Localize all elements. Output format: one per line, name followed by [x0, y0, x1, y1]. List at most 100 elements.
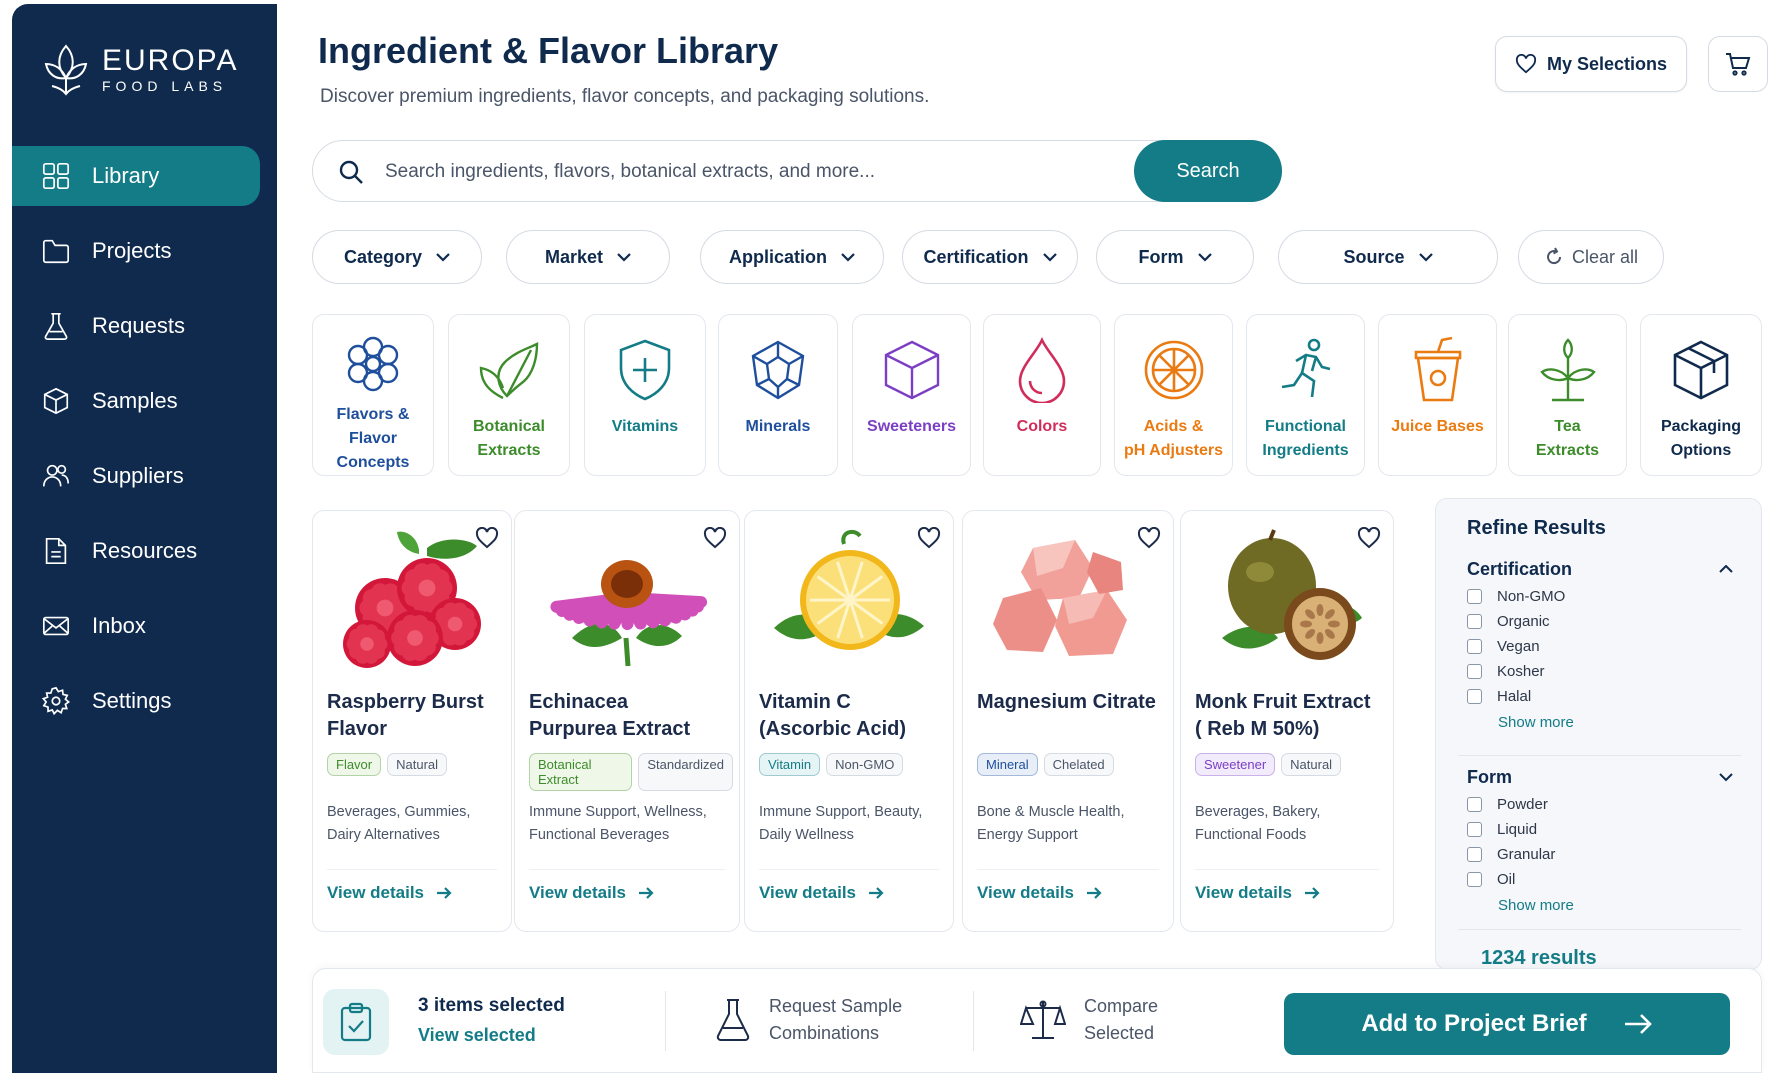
category-label: Tea Extracts — [1535, 418, 1600, 459]
category-cube[interactable]: Sweeteners — [852, 314, 971, 476]
checkbox-option[interactable]: Oil — [1467, 870, 1747, 888]
checkbox-option[interactable]: Organic — [1467, 612, 1747, 630]
search-button[interactable]: Search — [1134, 140, 1282, 202]
brand-logo[interactable]: EUROPA FOOD LABS — [42, 42, 238, 98]
category-gem[interactable]: Minerals — [718, 314, 838, 476]
my-selections-button[interactable]: My Selections — [1495, 36, 1687, 92]
view-details-link[interactable]: View details — [327, 883, 452, 903]
refine-section-header[interactable]: Certification — [1467, 559, 1747, 580]
product-card[interactable]: Vitamin C (Ascorbic Acid) Vitamin Non-GMO… — [744, 510, 954, 932]
filter-certification[interactable]: Certification — [902, 230, 1078, 284]
sidebar-item-requests[interactable]: Requests — [12, 296, 277, 356]
category-shield-plus[interactable]: Vitamins — [584, 314, 706, 476]
category-citrus[interactable]: Acids & pH Adjusters — [1114, 314, 1233, 476]
refine-section-header[interactable]: Form — [1467, 767, 1747, 788]
category-drop[interactable]: Colors — [983, 314, 1101, 476]
sidebar-item-inbox[interactable]: Inbox — [12, 596, 277, 656]
checkbox[interactable] — [1467, 846, 1482, 862]
sidebar-item-settings[interactable]: Settings — [12, 671, 277, 731]
arrow-right-icon — [869, 887, 884, 899]
product-tags: Vitamin Non-GMO — [759, 753, 909, 776]
checkbox[interactable] — [1467, 638, 1482, 654]
product-name[interactable]: Raspberry Burst Flavor — [327, 689, 507, 743]
category-leaf[interactable]: Botanical Extracts — [448, 314, 570, 476]
sidebar-item-projects[interactable]: Projects — [12, 221, 277, 281]
checkbox-option[interactable]: Liquid — [1467, 820, 1747, 838]
view-details-link[interactable]: View details — [529, 883, 654, 903]
section-title: Form — [1467, 767, 1512, 787]
page-title: Ingredient & Flavor Library — [318, 30, 779, 71]
heart-icon[interactable] — [1357, 527, 1381, 549]
heart-icon[interactable] — [1137, 527, 1161, 549]
folder-icon — [40, 235, 72, 267]
filter-category[interactable]: Category — [312, 230, 482, 284]
checkbox[interactable] — [1467, 613, 1482, 629]
heart-icon[interactable] — [703, 527, 727, 549]
checkbox-option[interactable]: Kosher — [1467, 662, 1747, 680]
cart-icon — [1726, 53, 1751, 76]
option-label: Organic — [1497, 612, 1550, 630]
option-label: Powder — [1497, 795, 1548, 813]
cart-button[interactable] — [1708, 36, 1768, 92]
sidebar-item-label: Requests — [92, 313, 185, 338]
tag-badge: Flavor — [327, 753, 382, 776]
show-more-link[interactable]: Show more — [1498, 897, 1747, 914]
filter-source[interactable]: Source — [1278, 230, 1498, 284]
view-details-link[interactable]: View details — [759, 883, 884, 903]
category-flower[interactable]: Flavors & Flavor Concepts — [312, 314, 434, 476]
divider — [1458, 929, 1741, 930]
sidebar-item-resources[interactable]: Resources — [12, 521, 277, 581]
filter-form[interactable]: Form — [1096, 230, 1254, 284]
checkbox[interactable] — [1467, 688, 1482, 704]
compare-button[interactable]: Compare Selected — [1020, 993, 1158, 1047]
checkbox[interactable] — [1467, 821, 1482, 837]
checkbox-option[interactable]: Halal — [1467, 687, 1747, 705]
show-more-link[interactable]: Show more — [1498, 714, 1747, 731]
clear-all-button[interactable]: Clear all — [1518, 230, 1664, 284]
document-icon — [40, 535, 72, 567]
category-sprout[interactable]: Tea Extracts — [1508, 314, 1627, 476]
category-runner[interactable]: Functional Ingredients — [1246, 314, 1365, 476]
divider — [977, 869, 1159, 870]
grid-icon — [40, 160, 72, 192]
heart-icon[interactable] — [917, 527, 941, 549]
category-cup[interactable]: Juice Bases — [1378, 314, 1497, 476]
checkbox[interactable] — [1467, 663, 1482, 679]
product-name[interactable]: Vitamin C (Ascorbic Acid) — [759, 689, 939, 743]
sidebar-item-samples[interactable]: Samples — [12, 371, 277, 431]
checkbox-option[interactable]: Vegan — [1467, 637, 1747, 655]
product-card[interactable]: Echinacea Purpurea Extract Botanical Ext… — [514, 510, 740, 932]
checkbox[interactable] — [1467, 588, 1482, 604]
search-input[interactable] — [385, 153, 1025, 191]
checkbox[interactable] — [1467, 796, 1482, 812]
product-card[interactable]: Magnesium Citrate Mineral Chelated Bone &… — [962, 510, 1174, 932]
checkbox-option[interactable]: Granular — [1467, 845, 1747, 863]
view-details-link[interactable]: View details — [977, 883, 1102, 903]
option-label: Kosher — [1497, 662, 1545, 680]
product-card[interactable]: Monk Fruit Extract ( Reb M 50%) Sweetene… — [1180, 510, 1394, 932]
filter-application[interactable]: Application — [700, 230, 884, 284]
arrow-right-icon — [1087, 887, 1102, 899]
checkbox[interactable] — [1467, 871, 1482, 887]
section-title: Certification — [1467, 559, 1573, 579]
flower-icon — [343, 333, 403, 395]
category-package[interactable]: Packaging Options — [1640, 314, 1762, 476]
add-to-project-brief-button[interactable]: Add to Project Brief — [1284, 993, 1730, 1055]
heart-icon[interactable] — [475, 527, 499, 549]
product-name[interactable]: Echinacea Purpurea Extract — [529, 689, 709, 743]
request-sample-button[interactable]: Request Sample Combinations — [715, 993, 902, 1047]
product-name[interactable]: Monk Fruit Extract ( Reb M 50%) — [1195, 689, 1375, 743]
gem-icon — [747, 333, 809, 407]
checkbox-option[interactable]: Powder — [1467, 795, 1747, 813]
view-details-link[interactable]: View details — [1195, 883, 1320, 903]
product-card[interactable]: Raspberry Burst Flavor Flavor Natural Bev… — [312, 510, 512, 932]
sidebar-nav: Library Projects Requests Samples Suppli… — [12, 146, 277, 746]
sidebar-item-library[interactable]: Library — [12, 146, 260, 206]
product-name[interactable]: Magnesium Citrate — [977, 689, 1157, 716]
view-selected-link[interactable]: View selected — [418, 1025, 536, 1046]
category-label: Flavors & Flavor Concepts — [336, 406, 410, 471]
arrow-right-icon — [1624, 1014, 1652, 1034]
checkbox-option[interactable]: Non-GMO — [1467, 587, 1747, 605]
sidebar-item-suppliers[interactable]: Suppliers — [12, 446, 277, 506]
filter-market[interactable]: Market — [506, 230, 670, 284]
